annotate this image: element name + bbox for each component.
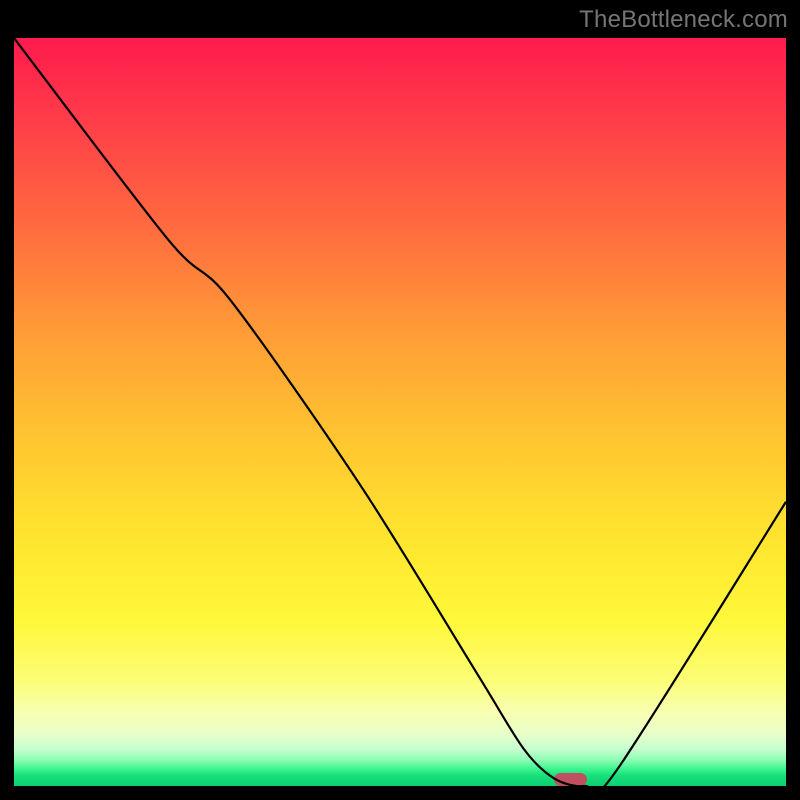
chart-plot-area [14, 38, 786, 786]
optimum-marker [554, 773, 587, 786]
watermark-text: TheBottleneck.com [579, 6, 788, 34]
chart-frame [9, 33, 791, 791]
bottleneck-line [14, 38, 786, 786]
bottleneck-curve-path [14, 38, 786, 786]
